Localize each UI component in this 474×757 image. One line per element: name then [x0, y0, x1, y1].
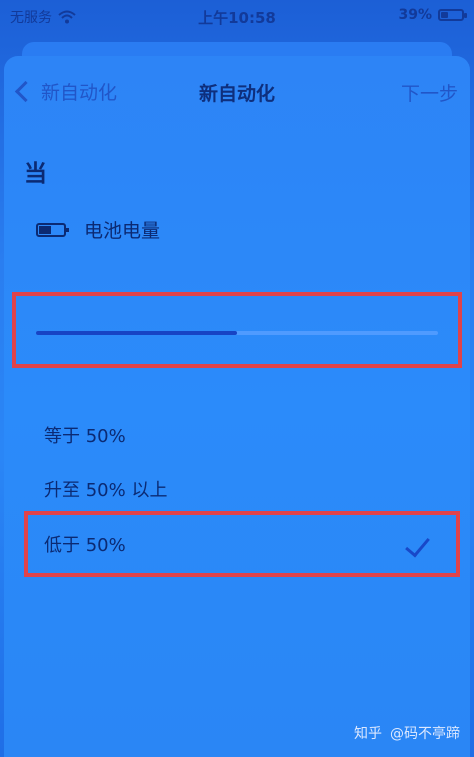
option-equal-to[interactable]: 等于 50% — [24, 408, 458, 462]
option-falls-below[interactable]: 低于 50% — [24, 511, 460, 577]
option-label: 升至 50% 以上 — [44, 480, 168, 501]
option-label: 低于 50% — [44, 535, 126, 556]
slider-track[interactable] — [36, 331, 438, 335]
slider-fill — [36, 331, 237, 335]
status-bar: 无服务 上午10:58 39% — [0, 0, 474, 34]
slider-thumb[interactable] — [224, 320, 250, 346]
watermark: 知乎 @码不亭蹄 — [354, 723, 460, 743]
battery-icon — [36, 222, 69, 237]
watermark-site: 知乎 — [354, 726, 382, 742]
section-label: 当 — [24, 161, 47, 187]
battery-status-icon — [438, 9, 467, 21]
screen: 无服务 上午10:58 39% 新自动化 新自动化 下一步 当 电池电量 等于 … — [0, 0, 474, 757]
option-label: 等于 50% — [44, 426, 126, 447]
trigger-label: 电池电量 — [84, 220, 161, 242]
next-button[interactable]: 下一步 — [401, 79, 458, 106]
option-rises-above[interactable]: 升至 50% 以上 — [24, 462, 458, 516]
watermark-author: @码不亭蹄 — [390, 726, 460, 742]
battery-percent: 39% — [398, 7, 432, 23]
battery-icon-fill — [39, 225, 51, 234]
status-right: 39% — [398, 7, 467, 23]
battery-level-slider[interactable] — [12, 292, 462, 368]
automation-sheet — [4, 56, 470, 757]
trigger-row: 电池电量 — [36, 216, 160, 243]
checkmark-icon — [405, 531, 430, 558]
battery-status-fill — [441, 12, 448, 18]
